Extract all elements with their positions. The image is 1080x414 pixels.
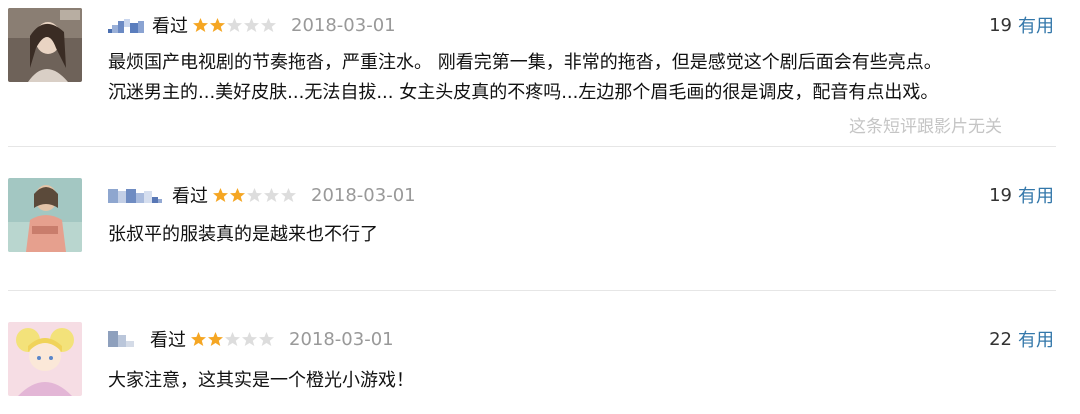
useful-vote: 22 有用 [989, 324, 1054, 354]
star-empty-icon [243, 17, 260, 33]
comment-date: 2018-03-01 [289, 328, 394, 350]
star-empty-icon [280, 187, 297, 203]
comment-meta: 看过 2018-03-01 [108, 324, 394, 354]
comment-text-line: 张叔平的服装真的是越来也不行了 [108, 224, 378, 245]
divider [8, 146, 1056, 147]
star-filled-icon [190, 331, 207, 347]
star-empty-icon [226, 17, 243, 33]
useful-button[interactable]: 有用 [1018, 12, 1054, 38]
comment-date: 2018-03-01 [311, 184, 416, 206]
useful-vote: 19 有用 [989, 10, 1054, 40]
comment-meta: 看过 2018-03-01 [108, 180, 416, 210]
vote-count: 19 [989, 184, 1012, 206]
star-filled-icon [209, 17, 226, 33]
comment-text: 大家注意，这其实是一个橙光小游戏！ [108, 366, 414, 396]
star-rating [190, 331, 275, 347]
star-filled-icon [212, 187, 229, 203]
star-filled-icon [229, 187, 246, 203]
star-filled-icon [207, 331, 224, 347]
useful-button[interactable]: 有用 [1018, 326, 1054, 352]
report-irrelevant-link[interactable]: 这条短评跟影片无关 [849, 112, 1002, 137]
star-rating [212, 187, 297, 203]
watch-status: 看过 [172, 186, 208, 207]
vote-count: 19 [989, 14, 1012, 36]
watch-status: 看过 [150, 330, 186, 351]
useful-vote: 19 有用 [989, 180, 1054, 210]
star-empty-icon [258, 331, 275, 347]
vote-count: 22 [989, 328, 1012, 350]
star-rating [192, 17, 277, 33]
comment-text-line: 最烦国产电视剧的节奏拖沓，严重注水。 刚看完第一集，非常的拖沓，但是感觉这个剧后… [108, 52, 942, 73]
comment-text-line: 沉迷男主的...美好皮肤...无法自拔... 女主头皮真的不疼吗...左边那个眉… [108, 82, 939, 103]
star-empty-icon [241, 331, 258, 347]
username-pixelated[interactable] [108, 187, 164, 203]
comment-text: 张叔平的服装真的是越来也不行了 [108, 220, 378, 250]
star-empty-icon [263, 187, 280, 203]
user-avatar[interactable] [8, 178, 82, 252]
comment-text-line: 大家注意，这其实是一个橙光小游戏！ [108, 370, 414, 391]
username-pixelated[interactable] [108, 331, 142, 347]
watch-status: 看过 [152, 16, 188, 37]
star-empty-icon [260, 17, 277, 33]
useful-button[interactable]: 有用 [1018, 182, 1054, 208]
comment-text: 最烦国产电视剧的节奏拖沓，严重注水。 刚看完第一集，非常的拖沓，但是感觉这个剧后… [108, 48, 942, 108]
star-empty-icon [246, 187, 263, 203]
comment-date: 2018-03-01 [291, 14, 396, 36]
star-filled-icon [192, 17, 209, 33]
user-avatar[interactable] [8, 322, 82, 396]
user-avatar[interactable] [8, 8, 82, 82]
star-empty-icon [224, 331, 241, 347]
username-pixelated[interactable] [108, 17, 144, 33]
divider [8, 290, 1056, 291]
comment-meta: 看过 2018-03-01 [108, 10, 396, 40]
